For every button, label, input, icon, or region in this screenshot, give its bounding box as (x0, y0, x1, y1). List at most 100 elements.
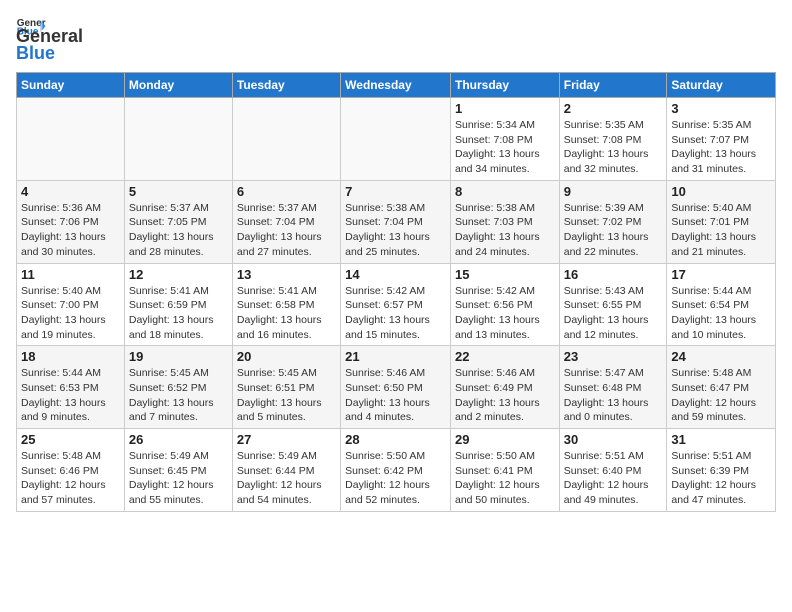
day-cell-empty (124, 98, 232, 181)
day-info: Sunrise: 5:50 AMSunset: 6:42 PMDaylight:… (345, 449, 446, 508)
day-cell-6: 6Sunrise: 5:37 AMSunset: 7:04 PMDaylight… (232, 180, 340, 263)
day-cell-7: 7 Sunrise: 5:38 AMSunset: 7:04 PMDaylight… (341, 180, 451, 263)
day-number: 26 (129, 432, 228, 447)
day-info: Sunrise: 5:40 AMSunset: 7:00 PMDaylight:… (21, 284, 120, 343)
day-number: 22 (455, 349, 555, 364)
logo-blue-text: Blue (16, 43, 83, 64)
day-cell-9: 9 Sunrise: 5:39 AMSunset: 7:02 PMDaylight… (559, 180, 667, 263)
day-cell-21: 21Sunrise: 5:46 AMSunset: 6:50 PMDayligh… (341, 346, 451, 429)
day-cell-15: 15Sunrise: 5:42 AMSunset: 6:56 PMDayligh… (450, 263, 559, 346)
day-number: 14 (345, 267, 446, 282)
day-cell-16: 16 Sunrise: 5:43 AMSunset: 6:55 PMDayligh… (559, 263, 667, 346)
day-number: 29 (455, 432, 555, 447)
day-cell-20: 20Sunrise: 5:45 AMSunset: 6:51 PMDayligh… (232, 346, 340, 429)
logo: General Blue General Blue (16, 16, 83, 64)
day-number: 3 (671, 101, 771, 116)
header-wednesday: Wednesday (341, 73, 451, 98)
day-number: 10 (671, 184, 771, 199)
week-row-4: 18 Sunrise: 5:44 AMSunset: 6:53 PMDayligh… (17, 346, 776, 429)
day-cell-17: 17 Sunrise: 5:44 AMSunset: 6:54 PMDayligh… (667, 263, 776, 346)
day-number: 18 (21, 349, 120, 364)
day-cell-25: 25 Sunrise: 5:48 AMSunset: 6:46 PMDayligh… (17, 429, 125, 512)
day-number: 9 (564, 184, 663, 199)
day-info: Sunrise: 5:44 AMSunset: 6:53 PMDaylight:… (21, 366, 120, 425)
header-friday: Friday (559, 73, 667, 98)
day-number: 7 (345, 184, 446, 199)
day-info: Sunrise: 5:39 AMSunset: 7:02 PMDaylight:… (564, 201, 663, 260)
day-info: Sunrise: 5:47 AMSunset: 6:48 PMDaylight:… (564, 366, 663, 425)
week-row-5: 25 Sunrise: 5:48 AMSunset: 6:46 PMDayligh… (17, 429, 776, 512)
day-cell-14: 14Sunrise: 5:42 AMSunset: 6:57 PMDayligh… (341, 263, 451, 346)
day-number: 12 (129, 267, 228, 282)
day-number: 13 (237, 267, 336, 282)
header-monday: Monday (124, 73, 232, 98)
day-cell-29: 29 Sunrise: 5:50 AMSunset: 6:41 PMDayligh… (450, 429, 559, 512)
day-number: 5 (129, 184, 228, 199)
day-info: Sunrise: 5:40 AMSunset: 7:01 PMDaylight:… (671, 201, 771, 260)
day-info: Sunrise: 5:49 AMSunset: 6:44 PMDaylight:… (237, 449, 336, 508)
day-cell-4: 4Sunrise: 5:36 AMSunset: 7:06 PMDaylight… (17, 180, 125, 263)
day-cell-8: 8 Sunrise: 5:38 AMSunset: 7:03 PMDaylight… (450, 180, 559, 263)
day-info: Sunrise: 5:38 AMSunset: 7:03 PMDaylight:… (455, 201, 555, 260)
day-number: 15 (455, 267, 555, 282)
day-info: Sunrise: 5:38 AMSunset: 7:04 PMDaylight:… (345, 201, 446, 260)
day-info: Sunrise: 5:44 AMSunset: 6:54 PMDaylight:… (671, 284, 771, 343)
day-number: 21 (345, 349, 446, 364)
day-number: 24 (671, 349, 771, 364)
day-number: 17 (671, 267, 771, 282)
day-cell-11: 11 Sunrise: 5:40 AMSunset: 7:00 PMDayligh… (17, 263, 125, 346)
day-cell-5: 5 Sunrise: 5:37 AMSunset: 7:05 PMDaylight… (124, 180, 232, 263)
day-number: 6 (237, 184, 336, 199)
day-cell-26: 26 Sunrise: 5:49 AMSunset: 6:45 PMDayligh… (124, 429, 232, 512)
day-number: 20 (237, 349, 336, 364)
day-cell-28: 28 Sunrise: 5:50 AMSunset: 6:42 PMDayligh… (341, 429, 451, 512)
day-cell-empty (232, 98, 340, 181)
day-cell-23: 23 Sunrise: 5:47 AMSunset: 6:48 PMDayligh… (559, 346, 667, 429)
day-cell-2: 2 Sunrise: 5:35 AMSunset: 7:08 PMDaylight… (559, 98, 667, 181)
day-number: 1 (455, 101, 555, 116)
day-cell-31: 31 Sunrise: 5:51 AMSunset: 6:39 PMDayligh… (667, 429, 776, 512)
day-info: Sunrise: 5:45 AMSunset: 6:52 PMDaylight:… (129, 366, 228, 425)
header-saturday: Saturday (667, 73, 776, 98)
day-info: Sunrise: 5:49 AMSunset: 6:45 PMDaylight:… (129, 449, 228, 508)
header-thursday: Thursday (450, 73, 559, 98)
day-number: 2 (564, 101, 663, 116)
day-cell-12: 12Sunrise: 5:41 AMSunset: 6:59 PMDayligh… (124, 263, 232, 346)
calendar-table: SundayMondayTuesdayWednesdayThursdayFrid… (16, 72, 776, 512)
day-number: 8 (455, 184, 555, 199)
week-row-1: 1Sunrise: 5:34 AMSunset: 7:08 PMDaylight… (17, 98, 776, 181)
day-info: Sunrise: 5:36 AMSunset: 7:06 PMDaylight:… (21, 201, 120, 260)
day-cell-30: 30 Sunrise: 5:51 AMSunset: 6:40 PMDayligh… (559, 429, 667, 512)
day-cell-10: 10 Sunrise: 5:40 AMSunset: 7:01 PMDayligh… (667, 180, 776, 263)
week-row-2: 4Sunrise: 5:36 AMSunset: 7:06 PMDaylight… (17, 180, 776, 263)
day-cell-empty (17, 98, 125, 181)
day-number: 23 (564, 349, 663, 364)
day-info: Sunrise: 5:51 AMSunset: 6:39 PMDaylight:… (671, 449, 771, 508)
day-info: Sunrise: 5:51 AMSunset: 6:40 PMDaylight:… (564, 449, 663, 508)
day-number: 11 (21, 267, 120, 282)
day-number: 30 (564, 432, 663, 447)
day-cell-3: 3Sunrise: 5:35 AMSunset: 7:07 PMDaylight… (667, 98, 776, 181)
day-number: 25 (21, 432, 120, 447)
day-number: 31 (671, 432, 771, 447)
day-cell-24: 24Sunrise: 5:48 AMSunset: 6:47 PMDayligh… (667, 346, 776, 429)
day-cell-empty (341, 98, 451, 181)
day-info: Sunrise: 5:50 AMSunset: 6:41 PMDaylight:… (455, 449, 555, 508)
calendar-body: 1Sunrise: 5:34 AMSunset: 7:08 PMDaylight… (17, 98, 776, 512)
day-info: Sunrise: 5:35 AMSunset: 7:08 PMDaylight:… (564, 118, 663, 177)
week-row-3: 11 Sunrise: 5:40 AMSunset: 7:00 PMDayligh… (17, 263, 776, 346)
header-sunday: Sunday (17, 73, 125, 98)
day-number: 19 (129, 349, 228, 364)
day-cell-13: 13Sunrise: 5:41 AMSunset: 6:58 PMDayligh… (232, 263, 340, 346)
day-info: Sunrise: 5:48 AMSunset: 6:46 PMDaylight:… (21, 449, 120, 508)
day-cell-22: 22Sunrise: 5:46 AMSunset: 6:49 PMDayligh… (450, 346, 559, 429)
day-cell-19: 19 Sunrise: 5:45 AMSunset: 6:52 PMDayligh… (124, 346, 232, 429)
day-number: 28 (345, 432, 446, 447)
day-info: Sunrise: 5:43 AMSunset: 6:55 PMDaylight:… (564, 284, 663, 343)
day-number: 16 (564, 267, 663, 282)
header-tuesday: Tuesday (232, 73, 340, 98)
page-header: General Blue General Blue (16, 16, 776, 64)
day-info: Sunrise: 5:37 AMSunset: 7:05 PMDaylight:… (129, 201, 228, 260)
day-cell-18: 18 Sunrise: 5:44 AMSunset: 6:53 PMDayligh… (17, 346, 125, 429)
calendar-header-row: SundayMondayTuesdayWednesdayThursdayFrid… (17, 73, 776, 98)
